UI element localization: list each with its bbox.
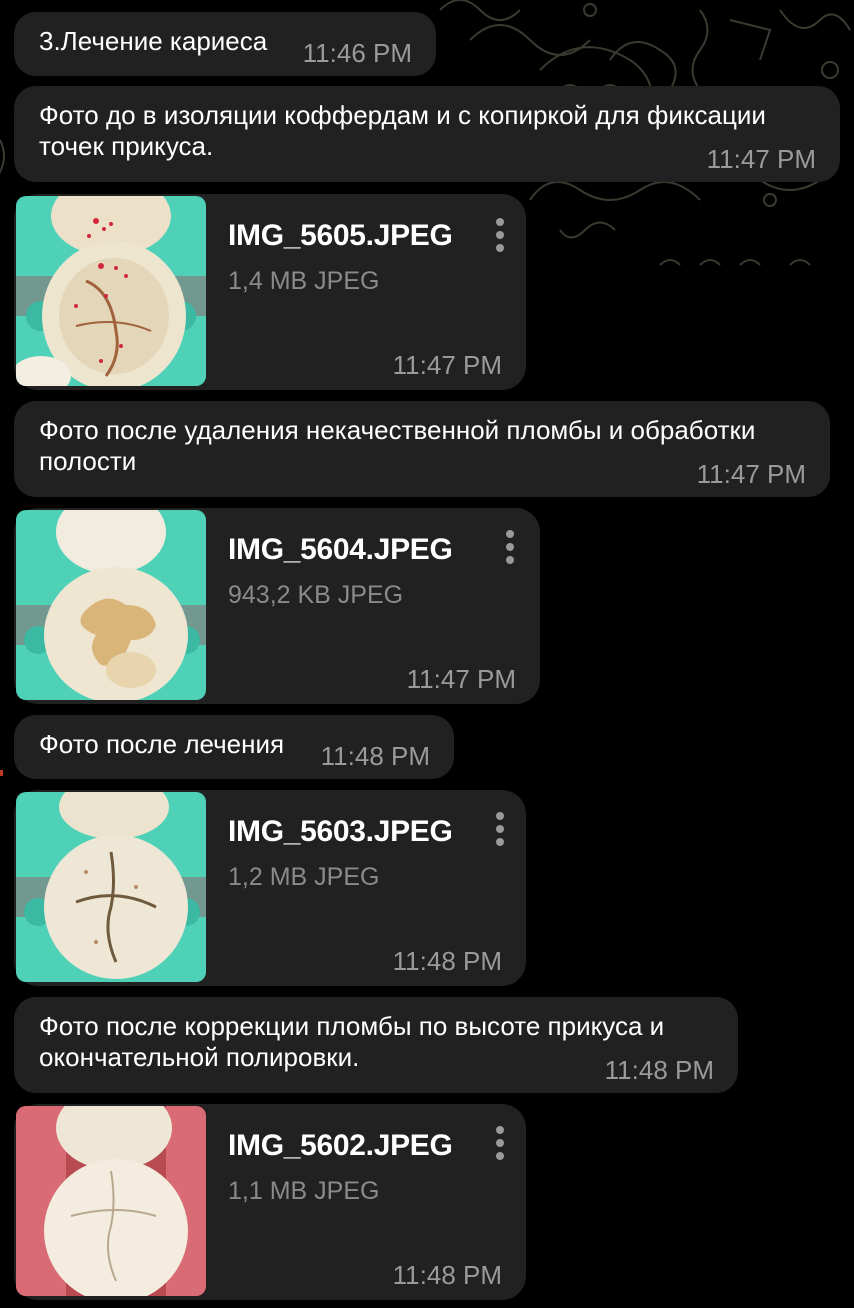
message-time: 11:47 PM — [706, 144, 816, 174]
image-thumbnail[interactable] — [16, 196, 206, 386]
file-message[interactable]: IMG_5602.JPEG 1,1 MB JPEG 11:48 PM — [14, 1104, 526, 1300]
image-thumbnail[interactable] — [16, 510, 206, 700]
message-bubble[interactable]: Фото после удаления некачественной пломб… — [14, 401, 830, 497]
message-time: 11:47 PM — [392, 350, 502, 380]
file-size: 943,2 KB JPEG — [228, 581, 404, 609]
file-message[interactable]: IMG_5603.JPEG 1,2 MB JPEG 11:48 PM — [14, 790, 526, 986]
file-name[interactable]: IMG_5604.JPEG — [228, 532, 453, 568]
file-name[interactable]: IMG_5603.JPEG — [228, 814, 453, 850]
image-thumbnail[interactable] — [16, 1106, 206, 1296]
file-size: 1,4 MB JPEG — [228, 267, 380, 295]
file-message[interactable]: IMG_5605.JPEG 1,4 MB JPEG 11:47 PM — [14, 194, 526, 390]
message-time: 11:48 PM — [604, 1055, 714, 1085]
message-time: 11:47 PM — [406, 664, 516, 694]
file-size: 1,1 MB JPEG — [228, 1177, 380, 1205]
message-time: 11:47 PM — [696, 459, 806, 489]
message-time: 11:48 PM — [392, 946, 502, 976]
file-name[interactable]: IMG_5605.JPEG — [228, 218, 453, 254]
message-bubble[interactable]: Фото после лечения 11:48 PM — [14, 715, 454, 779]
message-time: 11:48 PM — [392, 1260, 502, 1290]
message-bubble[interactable]: 3.Лечение кариеса 11:46 PM — [14, 12, 436, 76]
message-time: 11:48 PM — [320, 741, 430, 771]
message-time: 11:46 PM — [302, 38, 412, 68]
image-thumbnail[interactable] — [16, 792, 206, 982]
file-size: 1,2 MB JPEG — [228, 863, 380, 891]
message-bubble[interactable]: Фото после коррекции пломбы по высоте пр… — [14, 997, 738, 1093]
more-vertical-icon[interactable] — [488, 216, 512, 256]
message-bubble[interactable]: Фото до в изоляции коффердам и с копирко… — [14, 86, 840, 182]
more-vertical-icon[interactable] — [488, 810, 512, 850]
more-vertical-icon[interactable] — [488, 1124, 512, 1164]
file-message[interactable]: IMG_5604.JPEG 943,2 KB JPEG 11:47 PM — [14, 508, 540, 704]
edge-indicator — [0, 770, 3, 776]
file-name[interactable]: IMG_5602.JPEG — [228, 1128, 453, 1164]
more-vertical-icon[interactable] — [498, 528, 522, 568]
